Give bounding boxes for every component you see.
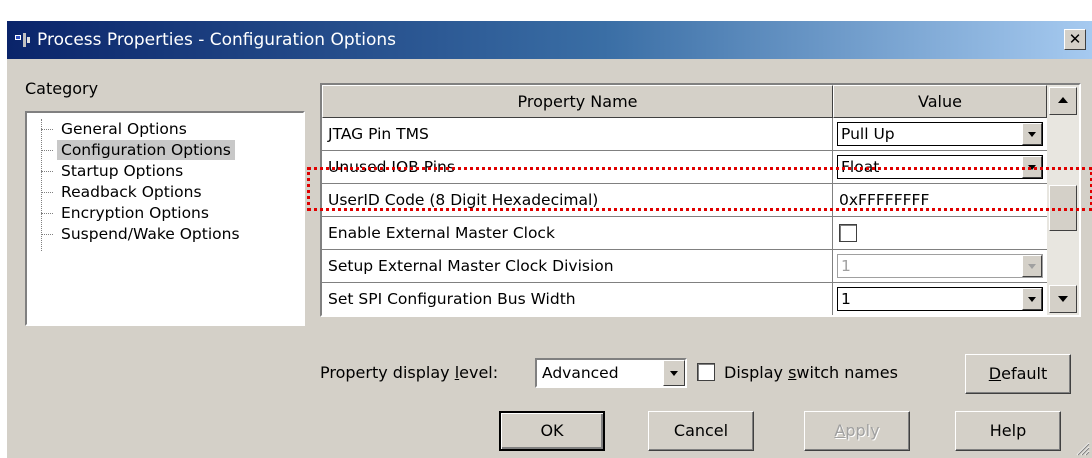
tree-connector [41, 192, 53, 193]
scroll-thumb[interactable] [1049, 185, 1077, 231]
property-grid[interactable]: Property Name Value JTAG Pin TMS Pull Up… [320, 83, 1081, 317]
chevron-down-icon[interactable] [1022, 288, 1042, 310]
tree-item-label: Encryption Options [61, 204, 209, 222]
scroll-down-icon[interactable] [1049, 285, 1077, 313]
column-header-property-name[interactable]: Property Name [322, 85, 833, 118]
tree-connector [41, 129, 53, 130]
property-value-cell: 1 [833, 250, 1047, 283]
dropdown-value: 1 [841, 257, 851, 275]
value-dropdown[interactable]: 1 [837, 287, 1043, 311]
close-button[interactable]: ✕ [1064, 29, 1086, 50]
property-name-cell: Set SPI Configuration Bus Width [322, 283, 833, 315]
property-value-cell: Float [833, 151, 1047, 184]
table-row[interactable]: Set SPI Configuration Bus Width 1 [322, 283, 1047, 315]
default-button[interactable]: Default [965, 354, 1071, 394]
display-switch-names-label[interactable]: Display switch names [724, 363, 898, 382]
display-level-label: Property display level: [320, 363, 499, 382]
tree-connector [41, 171, 53, 172]
dropdown-value: Float [841, 158, 880, 176]
table-row[interactable]: Unused IOB Pins Float [322, 151, 1047, 184]
property-name-cell: Enable External Master Clock [322, 217, 833, 250]
value-dropdown[interactable]: Float [837, 155, 1043, 179]
property-name-cell: Unused IOB Pins [322, 151, 833, 184]
table-row[interactable]: Enable External Master Clock [322, 217, 1047, 250]
close-icon: ✕ [1068, 30, 1082, 48]
chevron-down-icon[interactable] [663, 360, 685, 386]
vertical-scrollbar[interactable] [1047, 85, 1079, 315]
property-value-cell: 1 [833, 283, 1047, 315]
category-tree[interactable]: General Options Configuration Options St… [25, 111, 305, 326]
display-level-dropdown[interactable]: Advanced [535, 358, 687, 388]
property-value-cell: Pull Up [833, 118, 1047, 151]
tree-item-configuration-options[interactable]: Configuration Options [41, 140, 301, 160]
resize-grip-icon[interactable] [1074, 440, 1090, 456]
table-row[interactable]: Setup External Master Clock Division 1 [322, 250, 1047, 283]
tree-item-label: Readback Options [61, 183, 202, 201]
value-dropdown[interactable]: Pull Up [837, 122, 1043, 146]
window-title: Process Properties - Configuration Optio… [37, 30, 397, 50]
tree-item-suspend-wake-options[interactable]: Suspend/Wake Options [41, 224, 301, 244]
dropdown-value: Pull Up [841, 125, 895, 143]
column-header-value[interactable]: Value [833, 85, 1047, 118]
tree-item-label: General Options [61, 120, 187, 138]
property-value-cell[interactable]: 0xFFFFFFFF [833, 184, 1047, 217]
cancel-button[interactable]: Cancel [648, 411, 754, 451]
property-name-cell: UserID Code (8 Digit Hexadecimal) [322, 184, 833, 217]
value-dropdown-disabled: 1 [837, 254, 1043, 278]
property-value-cell [833, 217, 1047, 250]
app-icon [15, 33, 30, 47]
value-text[interactable]: 0xFFFFFFFF [839, 184, 929, 216]
tree-item-encryption-options[interactable]: Encryption Options [41, 203, 301, 223]
value-checkbox[interactable] [839, 224, 857, 242]
tree-item-startup-options[interactable]: Startup Options [41, 161, 301, 181]
category-label: Category [25, 79, 99, 98]
scroll-up-icon[interactable] [1049, 87, 1077, 115]
dropdown-value: Advanced [542, 364, 619, 382]
chevron-down-icon [1022, 255, 1042, 277]
chevron-down-icon[interactable] [1022, 123, 1042, 145]
tree-item-readback-options[interactable]: Readback Options [41, 182, 301, 202]
chevron-down-icon[interactable] [1022, 156, 1042, 178]
dialog-window: Process Properties - Configuration Optio… [6, 20, 1092, 458]
tree-item-general-options[interactable]: General Options [41, 119, 301, 139]
property-name-cell: Setup External Master Clock Division [322, 250, 833, 283]
help-button[interactable]: Help [955, 411, 1061, 451]
apply-button: Apply [804, 411, 910, 451]
tree-item-label: Suspend/Wake Options [61, 225, 240, 243]
tree-connector [41, 150, 53, 151]
display-switch-names-checkbox[interactable] [697, 363, 715, 381]
tree-connector [41, 213, 53, 214]
tree-item-label: Startup Options [61, 162, 184, 180]
dropdown-value: 1 [841, 290, 851, 308]
ok-button[interactable]: OK [499, 411, 605, 451]
tree-item-label: Configuration Options [57, 140, 235, 160]
title-bar[interactable]: Process Properties - Configuration Optio… [7, 21, 1092, 59]
table-row[interactable]: UserID Code (8 Digit Hexadecimal) 0xFFFF… [322, 184, 1047, 217]
property-name-cell: JTAG Pin TMS [322, 118, 833, 151]
tree-connector [41, 234, 53, 235]
table-row[interactable]: JTAG Pin TMS Pull Up [322, 118, 1047, 151]
